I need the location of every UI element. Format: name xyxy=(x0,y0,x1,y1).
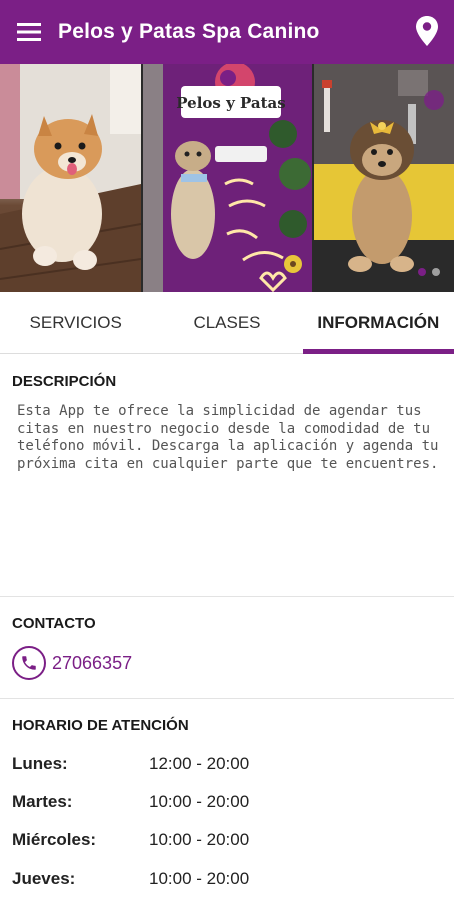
phone-icon xyxy=(12,646,46,680)
spa-logo-text: Pelos y Patas xyxy=(176,94,285,112)
photo-carousel[interactable]: Pelos y Patas xyxy=(0,64,454,292)
tab-servicios[interactable]: SERVICIOS xyxy=(0,292,151,353)
hours-range: 12:00 - 20:00 xyxy=(149,754,250,773)
description-title: DESCRIPCIÓN xyxy=(12,373,117,390)
hours-range: 10:00 - 20:00 xyxy=(149,830,250,849)
yorkie-with-bow-photo xyxy=(314,64,454,292)
hours-row: Martes: 10:00 - 20:00 xyxy=(12,792,452,812)
hours-day: Miércoles: xyxy=(12,830,97,849)
app-bar: Pelos y Patas Spa Canino xyxy=(0,0,454,64)
hours-range: 10:00 - 20:00 xyxy=(149,869,250,888)
hours-day: Martes: xyxy=(12,792,73,811)
pomeranian-photo xyxy=(0,64,141,292)
carousel-slide-pomeranian xyxy=(0,64,141,292)
tab-bar: SERVICIOS CLASES INFORMACIÓN xyxy=(0,292,454,354)
hours-row: Lunes: 12:00 - 20:00 xyxy=(12,754,452,774)
hours-day: Lunes: xyxy=(12,754,68,773)
hamburger-menu-icon[interactable] xyxy=(0,0,58,64)
hours-title: HORARIO DE ATENCIÓN xyxy=(12,717,189,734)
carousel-indicator xyxy=(418,268,440,276)
tab-informacion[interactable]: INFORMACIÓN xyxy=(302,292,454,354)
app-title: Pelos y Patas Spa Canino xyxy=(58,20,320,43)
contact-title: CONTACTO xyxy=(12,615,96,632)
hours-row: Miércoles: 10:00 - 20:00 xyxy=(12,830,452,850)
spa-logo-wall-photo: Pelos y Patas xyxy=(143,64,312,292)
contact-phone-row[interactable]: 27066357 xyxy=(12,646,132,680)
tab-clases[interactable]: CLASES xyxy=(151,292,302,353)
carousel-dot[interactable] xyxy=(432,268,440,276)
carousel-dot-active[interactable] xyxy=(418,268,426,276)
phone-number-link[interactable]: 27066357 xyxy=(52,653,132,674)
location-pin-icon[interactable] xyxy=(414,14,440,48)
hours-row: Jueves: 10:00 - 20:00 xyxy=(12,869,452,889)
carousel-slide-yorkie xyxy=(314,64,454,292)
hours-day: Jueves: xyxy=(12,869,76,888)
carousel-slide-spa-logo: Pelos y Patas xyxy=(143,64,312,292)
hours-range: 10:00 - 20:00 xyxy=(149,792,250,811)
divider xyxy=(0,698,454,699)
divider xyxy=(0,596,454,597)
description-text: Esta App te ofrece la simplicidad de age… xyxy=(17,403,439,472)
